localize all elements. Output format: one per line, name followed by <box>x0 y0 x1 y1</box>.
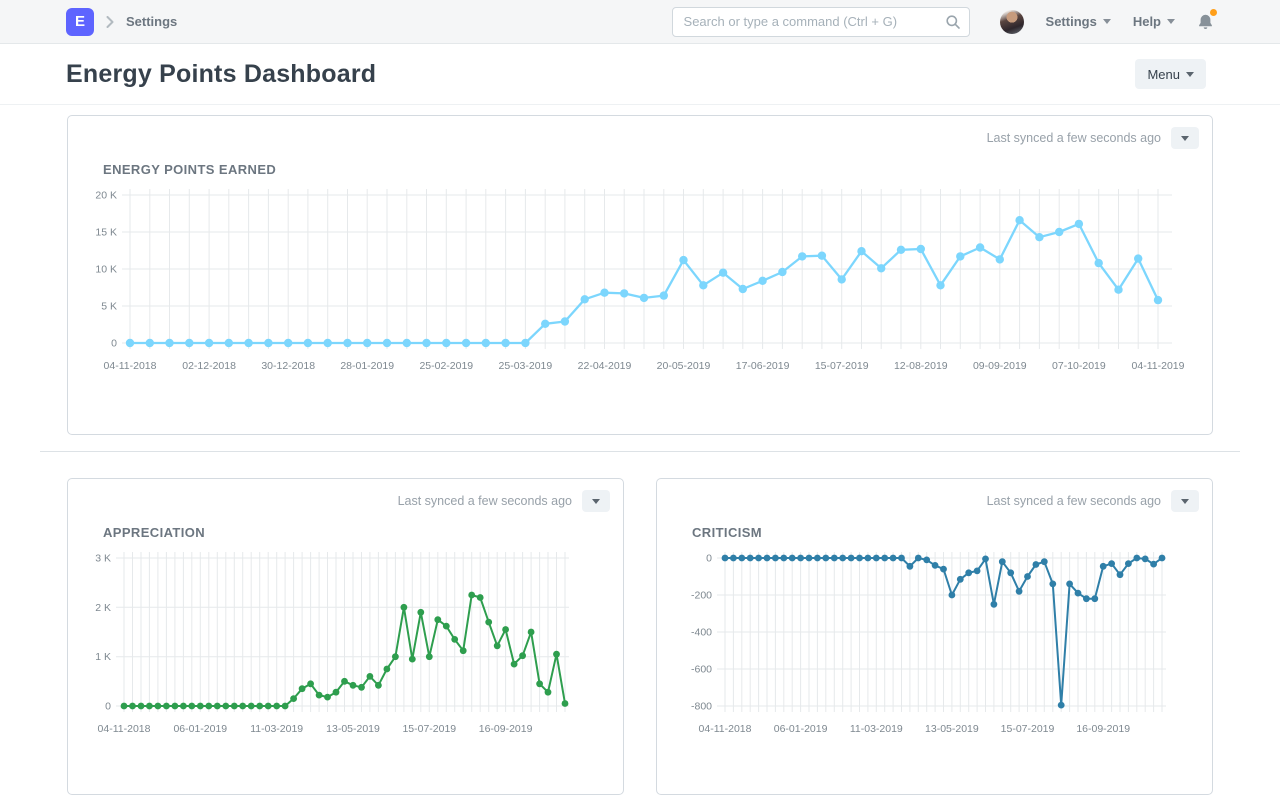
appreciation-chart: 0 1 K 2 K 3 K 04-11-2018 06-01-2019 11-03-2019… <box>84 542 623 749</box>
svg-text:13-05-2019: 13-05-2019 <box>925 723 979 735</box>
last-synced-text: Last synced a few seconds ago <box>987 131 1161 145</box>
chevron-down-icon <box>1167 19 1175 24</box>
notification-badge <box>1210 9 1217 16</box>
chart-title: ENERGY POINTS EARNED <box>103 162 1212 177</box>
svg-text:20-05-2019: 20-05-2019 <box>657 360 711 372</box>
app-logo[interactable]: E <box>66 8 94 36</box>
last-synced-text: Last synced a few seconds ago <box>398 494 572 508</box>
svg-text:0: 0 <box>706 553 712 565</box>
svg-text:3 K: 3 K <box>95 553 111 565</box>
chart-card-energy-points: Last synced a few seconds ago ENERGY POI… <box>67 115 1213 435</box>
chart-title: CRITICISM <box>692 525 1212 540</box>
svg-text:-400: -400 <box>691 627 712 639</box>
section-divider <box>40 451 1240 452</box>
search-input[interactable] <box>672 7 970 37</box>
nav-help-label: Help <box>1133 14 1161 29</box>
svg-text:06-01-2019: 06-01-2019 <box>173 723 227 735</box>
chevron-down-icon <box>592 499 600 504</box>
svg-text:09-09-2019: 09-09-2019 <box>973 360 1027 372</box>
card-dropdown-button[interactable] <box>1171 127 1199 149</box>
app-logo-letter: E <box>75 13 85 30</box>
svg-text:11-03-2019: 11-03-2019 <box>850 723 903 735</box>
svg-text:10 K: 10 K <box>95 264 117 276</box>
svg-text:15 K: 15 K <box>95 227 117 239</box>
svg-text:25-02-2019: 25-02-2019 <box>419 360 473 372</box>
svg-text:1 K: 1 K <box>95 651 111 663</box>
svg-text:15-07-2019: 15-07-2019 <box>815 360 869 372</box>
svg-text:20 K: 20 K <box>95 190 117 202</box>
menu-button[interactable]: Menu <box>1135 59 1206 89</box>
svg-text:5 K: 5 K <box>101 301 117 313</box>
svg-text:04-11-2019: 04-11-2019 <box>1132 360 1184 372</box>
user-avatar[interactable] <box>1000 10 1024 34</box>
nav-settings-label: Settings <box>1046 14 1097 29</box>
svg-text:25-03-2019: 25-03-2019 <box>499 360 553 372</box>
breadcrumb: E Settings <box>66 8 177 36</box>
svg-text:16-09-2019: 16-09-2019 <box>479 723 533 735</box>
page-title: Energy Points Dashboard <box>66 60 376 89</box>
card-dropdown-button[interactable] <box>1171 490 1199 512</box>
energy-points-earned-chart: 0 5 K 10 K 15 K 20 K 04-11-2018 02-12-2018 30-1… <box>84 179 1212 386</box>
chart-card-appreciation: Last synced a few seconds ago APPRECIATI… <box>67 478 624 795</box>
navbar: E Settings Settings Help <box>0 0 1280 44</box>
svg-text:17-06-2019: 17-06-2019 <box>736 360 790 372</box>
page-head: Energy Points Dashboard Menu <box>0 44 1280 105</box>
chevron-down-icon <box>1181 136 1189 141</box>
chevron-down-icon <box>1186 72 1194 77</box>
svg-text:11-03-2019: 11-03-2019 <box>250 723 303 735</box>
svg-text:02-12-2018: 02-12-2018 <box>182 360 236 372</box>
nav-settings-dropdown[interactable]: Settings <box>1046 14 1111 29</box>
menu-button-label: Menu <box>1147 67 1180 82</box>
svg-text:-600: -600 <box>691 664 712 676</box>
svg-text:0: 0 <box>111 338 117 350</box>
global-search <box>672 7 970 37</box>
chevron-right-icon <box>106 16 114 28</box>
svg-text:-800: -800 <box>691 701 712 713</box>
svg-text:07-10-2019: 07-10-2019 <box>1052 360 1106 372</box>
dashboard-content: Last synced a few seconds ago ENERGY POI… <box>0 105 1280 795</box>
svg-text:15-07-2019: 15-07-2019 <box>1001 723 1055 735</box>
chart-title: APPRECIATION <box>103 525 623 540</box>
svg-text:28-01-2019: 28-01-2019 <box>340 360 394 372</box>
svg-text:2 K: 2 K <box>95 602 111 614</box>
criticism-chart: -800 -600 -400 -200 0 04-11-2018 06-01-2019 11-… <box>673 542 1212 749</box>
svg-text:30-12-2018: 30-12-2018 <box>261 360 315 372</box>
search-icon <box>945 14 961 35</box>
svg-text:12-08-2019: 12-08-2019 <box>894 360 948 372</box>
chart-card-criticism: Last synced a few seconds ago CRITICISM … <box>656 478 1213 795</box>
svg-text:06-01-2019: 06-01-2019 <box>774 723 828 735</box>
last-synced-text: Last synced a few seconds ago <box>987 494 1161 508</box>
card-dropdown-button[interactable] <box>582 490 610 512</box>
svg-text:22-04-2019: 22-04-2019 <box>578 360 632 372</box>
svg-text:16-09-2019: 16-09-2019 <box>1076 723 1130 735</box>
chevron-down-icon <box>1181 499 1189 504</box>
svg-text:04-11-2018: 04-11-2018 <box>699 723 752 735</box>
svg-text:13-05-2019: 13-05-2019 <box>326 723 380 735</box>
svg-text:04-11-2018: 04-11-2018 <box>104 360 157 372</box>
svg-text:15-07-2019: 15-07-2019 <box>402 723 456 735</box>
svg-text:-200: -200 <box>691 590 712 602</box>
nav-help-dropdown[interactable]: Help <box>1133 14 1175 29</box>
svg-text:04-11-2018: 04-11-2018 <box>98 723 151 735</box>
svg-text:0: 0 <box>105 701 111 713</box>
notifications-bell[interactable] <box>1197 13 1214 31</box>
breadcrumb-settings-link[interactable]: Settings <box>126 14 177 29</box>
chevron-down-icon <box>1103 19 1111 24</box>
